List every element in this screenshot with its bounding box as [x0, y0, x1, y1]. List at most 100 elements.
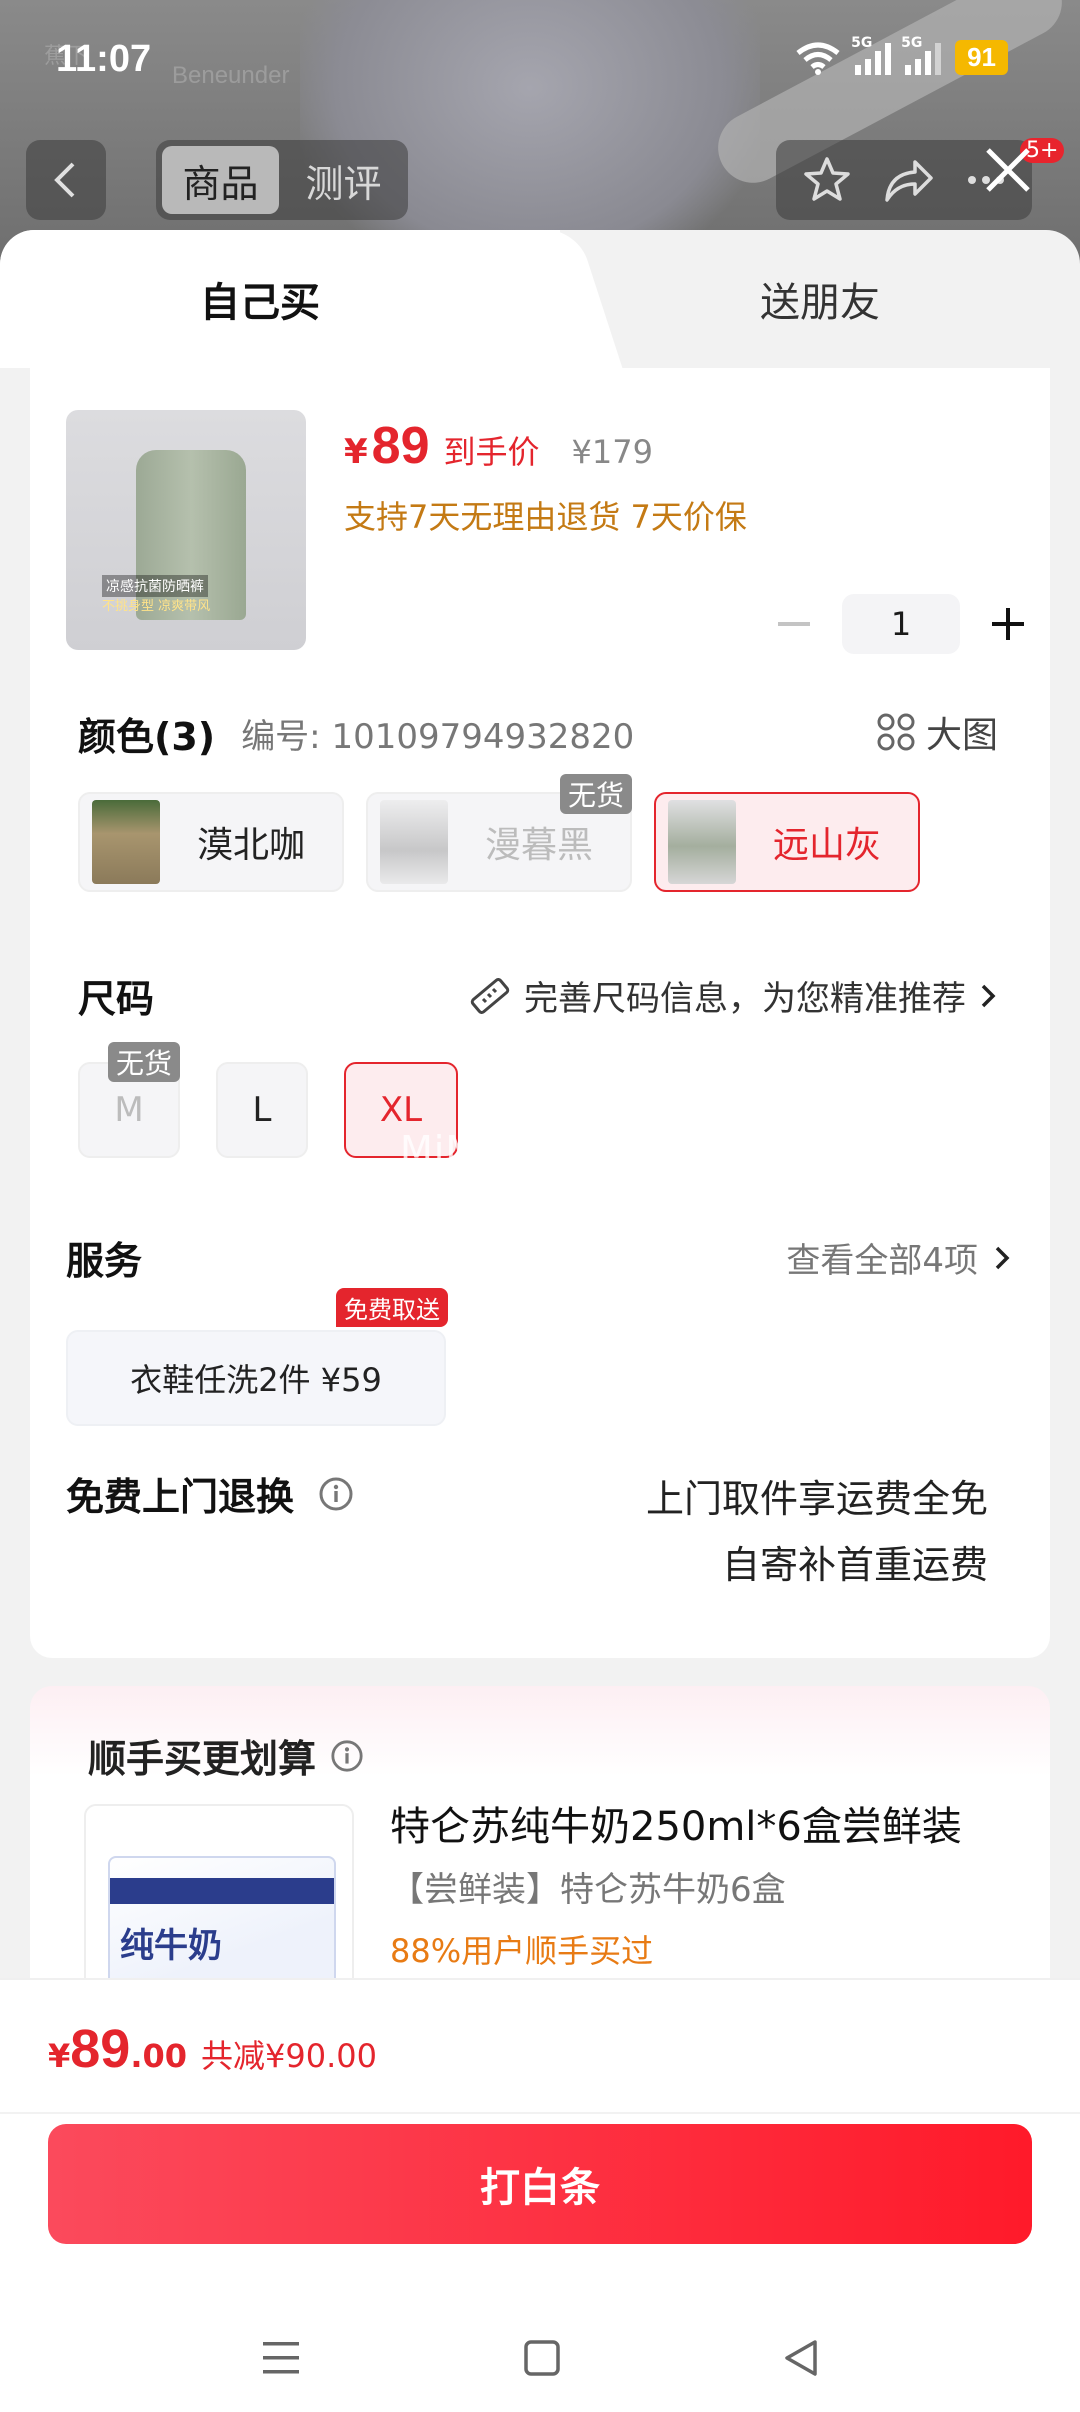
grid-icon [877, 713, 915, 751]
chevron-right-icon [995, 1246, 1010, 1269]
thumb-subcaption: 不挑身型 凉爽带风 [102, 599, 211, 614]
minus-icon [778, 622, 810, 626]
color-option-mobei[interactable]: 漠北咖 [78, 792, 344, 892]
color-options: 漠北咖 漫暮黑 无货 远山灰 [78, 774, 920, 892]
signal-icon-2: 5G [901, 35, 942, 75]
original-price: ¥179 [571, 433, 653, 471]
divider [0, 1978, 1080, 1980]
ruler-icon [470, 977, 510, 1014]
price-currency: ¥ [344, 432, 368, 472]
purchase-sheet: 送朋友 自己买 凉感抗菌防晒裤 不挑身型 凉爽带风 ¥ 89 到手价 ¥179 … [0, 230, 1080, 2412]
laundry-service-option[interactable]: 衣鞋任洗2件 ¥59 [66, 1330, 446, 1426]
recommend-product-name[interactable]: 特仑苏纯牛奶250ml*6盒尝鲜装 [390, 1794, 962, 1852]
price-label: 到手价 [443, 433, 540, 471]
size-option-l[interactable]: L [216, 1062, 308, 1158]
total-decimal: .00 [130, 2037, 188, 2075]
out-of-stock-badge: 无货 [559, 774, 632, 814]
purchase-mode-tabs: 送朋友 自己买 [0, 230, 1080, 368]
status-time: 11:07 [56, 38, 152, 80]
product-options-card: 凉感抗菌防晒裤 不挑身型 凉爽带风 ¥ 89 到手价 ¥179 支持7天无理由退… [30, 368, 1050, 1658]
color-option-manmu[interactable]: 漫暮黑 无货 [366, 774, 632, 892]
service-title: 服务 [66, 1239, 143, 1283]
quantity-stepper: 1 [764, 594, 1038, 654]
tab-buy-self-label: 自己买 [200, 280, 320, 326]
info-icon[interactable] [330, 1739, 364, 1773]
tab-product[interactable]: 商品 [162, 146, 279, 214]
signal-icon: 5G [851, 35, 892, 75]
product-top-nav: 商品 测评 5+ [0, 138, 1080, 224]
price-row: ¥ 89 到手价 ¥179 [344, 416, 653, 476]
free-return-line-1: 上门取件享运费全免 [645, 1477, 988, 1521]
free-return-details: 上门取件享运费全免 自寄补首重运费 [646, 1466, 988, 1598]
recommend-title: 顺手买更划算 [88, 1728, 364, 1783]
size-recommend-link[interactable]: 完善尺码信息，为您精准推荐 [468, 971, 998, 1020]
baitiao-pay-button[interactable]: 打白条 [48, 2124, 1032, 2244]
size-option-label: L [252, 1090, 272, 1130]
quantity-value[interactable]: 1 [842, 594, 960, 654]
chevron-left-icon [54, 162, 75, 198]
system-nav-bar [0, 2304, 1080, 2412]
menu-icon[interactable] [259, 2338, 303, 2378]
size-option-m[interactable]: M 无货 [78, 1042, 180, 1158]
tab-buy-self[interactable]: 自己买 [0, 230, 560, 368]
free-return-row: 免费上门退换 上门取件享运费全免 自寄补首重运费 [66, 1466, 1036, 1587]
view-all-services-label: 查看全部4项 [786, 1241, 978, 1281]
sku-number: 编号: 10109794932820 [241, 717, 635, 757]
color-option-label: 远山灰 [772, 825, 881, 866]
size-option-label: M [114, 1090, 144, 1130]
star-icon[interactable] [802, 155, 852, 205]
status-bar: 11:07 5G 5G 91 [0, 0, 1080, 120]
recommend-title-label: 顺手买更划算 [88, 1737, 317, 1781]
out-of-stock-badge: 无货 [107, 1042, 180, 1082]
size-title: 尺码 [78, 977, 155, 1021]
share-icon[interactable] [883, 156, 935, 204]
increase-quantity-button[interactable] [978, 594, 1038, 654]
free-return-line-2: 自寄补首重运费 [721, 1543, 988, 1587]
size-section-header: 尺码 完善尺码信息，为您精准推荐 [78, 968, 1038, 1023]
big-picture-button[interactable]: 大图 [876, 706, 998, 758]
size-recommend-text: 完善尺码信息，为您精准推荐 [524, 979, 966, 1019]
free-pickup-badge: 免费取送 [336, 1288, 448, 1327]
size-option-label: XL [379, 1090, 423, 1130]
product-thumbnail[interactable]: 凉感抗菌防晒裤 不挑身型 凉爽带风 [66, 410, 306, 650]
close-icon[interactable] [978, 140, 1038, 200]
service-section-header: 服务 查看全部4项 [66, 1230, 1036, 1285]
view-all-services-link[interactable]: 查看全部4项 [786, 1233, 1012, 1282]
chevron-right-icon [981, 984, 996, 1007]
decrease-quantity-button[interactable] [764, 594, 824, 654]
thumb-caption: 凉感抗菌防晒裤 [102, 575, 208, 597]
color-swatch [668, 800, 736, 884]
color-section-header: 颜色(3) 编号: 10109794932820 大图 [78, 706, 1038, 761]
recommend-product-stat: 88%用户顺手买过 [390, 1932, 654, 1970]
color-option-label: 漫暮黑 [484, 825, 593, 866]
back-icon[interactable] [781, 2338, 821, 2378]
checkout-bar: ¥ 89 .00 共减¥90.00 打白条 [0, 1978, 1080, 2412]
watermark-text: MiMiHDSA [400, 1128, 604, 1172]
milk-box-text: 纯牛奶 [120, 1926, 222, 1966]
color-option-yuanshan[interactable]: 远山灰 [654, 792, 920, 892]
wifi-icon [796, 42, 840, 75]
total-currency: ¥ [48, 2037, 71, 2075]
big-picture-label: 大图 [925, 715, 998, 756]
color-option-label: 漠北咖 [196, 825, 305, 866]
color-swatch [92, 800, 160, 884]
color-swatch [380, 800, 448, 884]
back-button[interactable] [26, 140, 106, 220]
total-integer: 89 [70, 2019, 131, 2079]
milk-box-band [110, 1878, 334, 1904]
battery-indicator: 91 [955, 40, 1008, 75]
final-price: 89 [371, 417, 430, 475]
info-icon[interactable] [318, 1476, 354, 1512]
recommend-product-desc: 【尝鲜装】特仑苏牛奶6盒 [390, 1870, 786, 1910]
status-icons: 5G 5G 91 [795, 35, 1008, 75]
tab-review[interactable]: 测评 [285, 146, 402, 214]
color-title: 颜色(3) [78, 715, 216, 759]
product-tabs: 商品 测评 [156, 140, 408, 220]
free-return-label: 免费上门退换 [66, 1475, 295, 1519]
total-discount: 共减¥90.00 [201, 2037, 378, 2075]
total-price: ¥ 89 .00 共减¥90.00 [48, 2018, 377, 2080]
tab-gift-friend[interactable]: 送朋友 [560, 230, 1080, 368]
home-icon[interactable] [522, 2338, 562, 2378]
plus-icon [992, 608, 1024, 640]
divider [0, 2112, 1080, 2114]
